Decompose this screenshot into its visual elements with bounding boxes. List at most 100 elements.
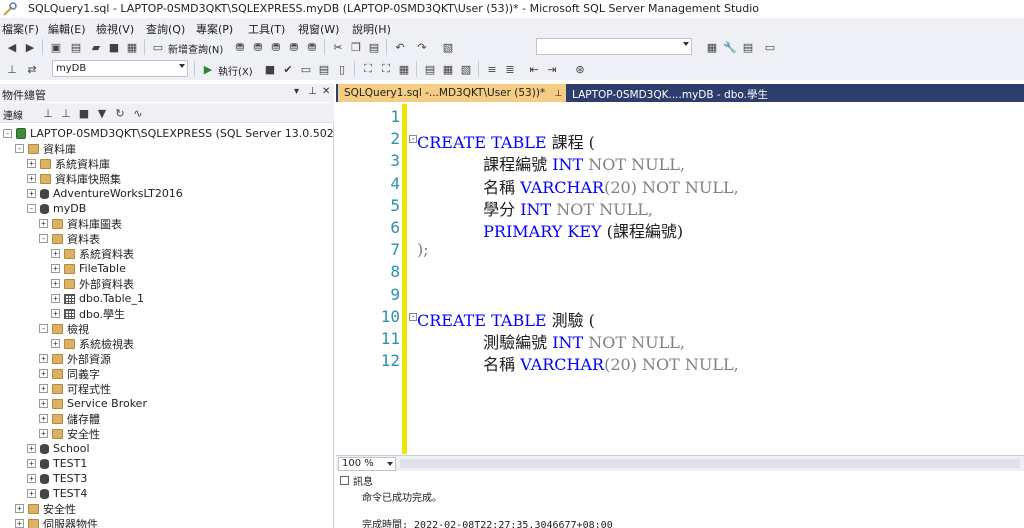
undo-icon[interactable]: ↶ bbox=[392, 39, 408, 55]
add-item-icon[interactable]: ▤ bbox=[68, 39, 84, 55]
tree-node[interactable]: + TEST4 bbox=[27, 486, 87, 501]
db-engine-query-icon[interactable]: ⛃ bbox=[232, 39, 248, 55]
change-connection-icon[interactable]: ⇄ bbox=[24, 61, 40, 77]
tree-node[interactable]: + TEST1 bbox=[27, 456, 87, 471]
tab-sqlquery1[interactable]: SQLQuery1.sql -...MD3QKT\User (53))* ⊥ ✕ bbox=[338, 84, 579, 102]
tree-node[interactable]: - LAPTOP-0SMD3QKT\SQLEXPRESS (SQL Server … bbox=[3, 126, 334, 141]
tree-node[interactable]: + 伺服器物件 bbox=[15, 516, 98, 528]
expand-icon[interactable]: + bbox=[27, 174, 36, 183]
specify-template-values-icon[interactable]: ⊛ bbox=[572, 61, 588, 77]
expand-icon[interactable]: + bbox=[39, 399, 48, 408]
expand-icon[interactable]: + bbox=[51, 294, 60, 303]
query-editor[interactable]: 1 2 3 4 5 6 7 8 9 10 11 12 CREATE TABLE 課程 ( 課程編號 I… bbox=[336, 104, 1024, 454]
solution-explorer-icon[interactable]: ▧ bbox=[440, 39, 456, 55]
comment-icon[interactable]: ≡ bbox=[484, 61, 500, 77]
activity-monitor-icon[interactable]: ∿ bbox=[130, 105, 146, 121]
tree-node[interactable]: - myDB bbox=[27, 201, 86, 216]
available-databases-select[interactable]: myDB bbox=[52, 60, 188, 77]
tree-node[interactable]: + 外部資料表 bbox=[51, 276, 134, 291]
pin-icon[interactable]: ⊥ bbox=[555, 89, 563, 99]
menu-window[interactable]: 視窗(W) bbox=[298, 21, 339, 37]
search-combo[interactable] bbox=[536, 38, 692, 55]
expand-icon[interactable]: + bbox=[27, 474, 36, 483]
increase-indent-icon[interactable]: ⇥ bbox=[544, 61, 560, 77]
tree-node[interactable]: + 系統資料庫 bbox=[27, 156, 110, 171]
chevron-down-icon[interactable]: ▾ bbox=[294, 86, 299, 97]
expand-icon[interactable]: + bbox=[15, 519, 24, 528]
stop-icon[interactable]: ■ bbox=[76, 105, 92, 121]
parse-check-icon[interactable]: ✔ bbox=[280, 61, 296, 77]
tree-node[interactable]: + dbo.學生 bbox=[51, 306, 125, 321]
menu-query[interactable]: 查詢(Q) bbox=[146, 21, 185, 37]
results-to-file-icon[interactable]: ▧ bbox=[458, 61, 474, 77]
tree-node[interactable]: + 外部資源 bbox=[39, 351, 111, 366]
query-designer-icon[interactable]: ▤ bbox=[316, 61, 332, 77]
menu-view[interactable]: 檢視(V) bbox=[96, 21, 134, 37]
expand-icon[interactable]: + bbox=[51, 339, 60, 348]
new-query-button[interactable]: 新增查詢(N) bbox=[168, 41, 223, 56]
collapse-icon[interactable]: - bbox=[3, 129, 12, 138]
tab-table-designer[interactable]: LAPTOP-0SMD3QK....myDB - dbo.學生 bbox=[566, 84, 792, 102]
live-stats-icon[interactable]: ⛶ bbox=[378, 61, 394, 77]
tree-node[interactable]: + School bbox=[27, 441, 90, 456]
tree-node[interactable]: + Service Broker bbox=[39, 396, 147, 411]
expand-icon[interactable]: + bbox=[39, 429, 48, 438]
save-all-icon[interactable]: ▦ bbox=[124, 39, 140, 55]
tree-node[interactable]: + 安全性 bbox=[39, 426, 100, 441]
mdx-query-icon[interactable]: ⛃ bbox=[250, 39, 266, 55]
client-stats-icon[interactable]: ▦ bbox=[396, 61, 412, 77]
expand-icon[interactable]: + bbox=[27, 489, 36, 498]
open-file-icon[interactable]: ▰ bbox=[88, 39, 104, 55]
paste-icon[interactable]: ▤ bbox=[366, 39, 382, 55]
include-plan-icon[interactable]: ⛶ bbox=[360, 61, 376, 77]
tree-node[interactable]: + 資料庫圖表 bbox=[39, 216, 122, 231]
expand-icon[interactable]: + bbox=[39, 384, 48, 393]
options-icon[interactable]: ▯ bbox=[334, 61, 350, 77]
tree-node[interactable]: - 資料庫 bbox=[15, 141, 76, 156]
results-to-text-icon[interactable]: ▤ bbox=[422, 61, 438, 77]
new-query-icon[interactable]: ▭ bbox=[150, 39, 166, 55]
expand-icon[interactable]: + bbox=[51, 264, 60, 273]
menu-help[interactable]: 說明(H) bbox=[352, 21, 391, 37]
expand-icon[interactable]: + bbox=[51, 309, 60, 318]
tree-node[interactable]: + 系統資料表 bbox=[51, 246, 134, 261]
connect-button[interactable]: 連線 bbox=[3, 107, 23, 122]
tree-node[interactable]: - 檢視 bbox=[39, 321, 89, 336]
tree-node[interactable]: - 資料表 bbox=[39, 231, 100, 246]
expand-icon[interactable]: + bbox=[51, 249, 60, 258]
cut-icon[interactable]: ✂ bbox=[330, 39, 346, 55]
tree-node[interactable]: + 系統檢視表 bbox=[51, 336, 134, 351]
expand-icon[interactable]: + bbox=[27, 459, 36, 468]
tree-node[interactable]: + AdventureWorksLT2016 bbox=[27, 186, 183, 201]
forward-icon[interactable]: ▶ bbox=[22, 39, 38, 55]
close-icon[interactable]: ✕ bbox=[322, 86, 330, 97]
execute-button[interactable]: 執行(X) bbox=[218, 63, 253, 78]
expand-icon[interactable]: + bbox=[39, 354, 48, 363]
horizontal-scrollbar[interactable] bbox=[400, 459, 1020, 468]
execute-icon[interactable]: ▶ bbox=[200, 61, 216, 77]
display-plan-icon[interactable]: ▭ bbox=[298, 61, 314, 77]
decrease-indent-icon[interactable]: ⇤ bbox=[526, 61, 542, 77]
menu-tools[interactable]: 工具(T) bbox=[248, 21, 285, 37]
new-project-icon[interactable]: ▣ bbox=[48, 39, 64, 55]
uncomment-icon[interactable]: ≣ bbox=[502, 61, 518, 77]
connect-icon[interactable]: ⊥ bbox=[40, 105, 56, 121]
back-icon[interactable]: ◀ bbox=[4, 39, 20, 55]
xmla-query-icon[interactable]: ⛃ bbox=[286, 39, 302, 55]
collapse-icon[interactable]: - bbox=[39, 234, 48, 243]
connect-icon[interactable]: ⊥ bbox=[4, 61, 20, 77]
fold-collapse-icon[interactable]: - bbox=[409, 312, 417, 321]
expand-icon[interactable]: + bbox=[51, 279, 60, 288]
dmx-query-icon[interactable]: ⛃ bbox=[268, 39, 284, 55]
tree-node[interactable]: + 資料庫快照集 bbox=[27, 171, 121, 186]
redo-icon[interactable]: ↷ bbox=[414, 39, 430, 55]
tree-node[interactable]: + FileTable bbox=[51, 261, 126, 276]
expand-icon[interactable]: + bbox=[15, 504, 24, 513]
refresh-icon[interactable]: ↻ bbox=[112, 105, 128, 121]
filter-icon[interactable]: ▼ bbox=[94, 105, 110, 121]
disconnect-icon[interactable]: ⊥ bbox=[58, 105, 74, 121]
wrench-icon[interactable]: 🔧 bbox=[722, 39, 738, 55]
tree-node[interactable]: + 安全性 bbox=[15, 501, 76, 516]
terminal-icon[interactable]: ▭ bbox=[762, 39, 778, 55]
expand-icon[interactable]: + bbox=[39, 219, 48, 228]
